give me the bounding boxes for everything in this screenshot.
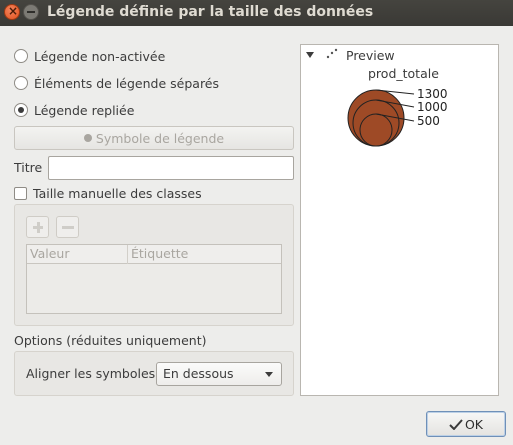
column-header-label[interactable]: Étiquette (128, 245, 281, 264)
close-window-button[interactable]: × (4, 4, 20, 20)
radio-collapsed-legend[interactable]: Légende repliée (14, 101, 134, 119)
radio-indicator-selected[interactable] (14, 103, 28, 117)
legend-symbol-button[interactable]: Symbole de légende (14, 126, 294, 150)
preview-field-name: prod_totale (368, 66, 439, 81)
legend-class-label-1000: 1000 (417, 100, 448, 114)
manual-size-label: Taille manuelle des classes (33, 186, 202, 201)
minimize-icon (27, 11, 35, 13)
title-input[interactable] (48, 156, 294, 180)
radio-indicator[interactable] (14, 49, 28, 63)
tree-expand-icon[interactable] (306, 52, 314, 58)
column-header-value[interactable]: Valeur (27, 245, 128, 264)
checkmark-icon (449, 419, 463, 430)
options-heading: Options (réduites uniquement) (14, 333, 207, 348)
radio-label: Légende non-activée (34, 48, 166, 64)
ok-button[interactable]: OK (426, 411, 506, 437)
table-header: Valeur Étiquette (27, 245, 281, 264)
radio-label: Éléments de légende séparés (34, 75, 220, 91)
remove-class-button[interactable] (56, 216, 79, 238)
classes-table[interactable]: Valeur Étiquette (26, 244, 282, 314)
radio-separate-items[interactable]: Éléments de légende séparés (14, 74, 219, 92)
preview-root-label: Preview (346, 48, 395, 63)
window-title: Légende définie par la taille des donnée… (47, 4, 374, 20)
chevron-down-icon (265, 372, 273, 377)
radio-legend-disabled[interactable]: Légende non-activée (14, 47, 165, 65)
align-symbols-select[interactable]: En dessous (156, 362, 282, 386)
ok-label: OK (464, 416, 484, 432)
title-label: Titre (14, 160, 43, 175)
symbol-dot-icon (83, 134, 92, 142)
radio-indicator[interactable] (14, 76, 28, 90)
legend-class-label-500: 500 (417, 114, 440, 128)
legend-circle-small (359, 113, 393, 147)
legend-symbol-label: Symbole de légende (95, 130, 225, 146)
layer-points-icon (326, 48, 338, 59)
window-titlebar: × Légende définie par la taille des donn… (0, 0, 513, 26)
minimize-window-button[interactable] (23, 4, 39, 20)
collapsed-size-legend: 1300 1000 500 (347, 88, 448, 147)
align-symbols-value: En dessous (163, 366, 234, 381)
close-icon: × (8, 4, 19, 18)
radio-label: Légende repliée (34, 102, 135, 118)
align-symbols-label: Aligner les symboles (26, 366, 156, 381)
manual-size-checkbox[interactable] (14, 187, 27, 200)
add-class-button[interactable] (26, 216, 49, 238)
